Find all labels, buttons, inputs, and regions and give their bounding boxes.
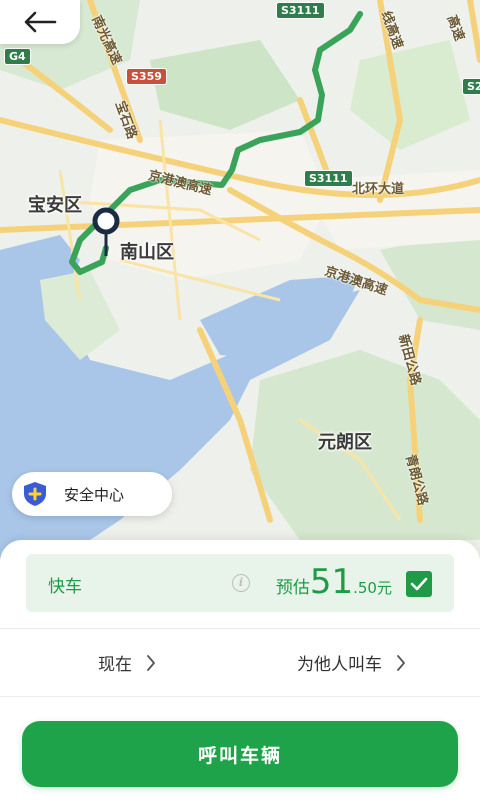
arrow-left-icon — [24, 11, 57, 33]
map-district-label: 宝安区 — [28, 195, 82, 216]
highway-shield: S3111 — [276, 2, 325, 19]
map-district-label: 元朗区 — [318, 432, 372, 453]
map-district-label: 南山区 — [120, 242, 174, 263]
ride-option-card[interactable]: 快车 i 预估51.50元 — [26, 554, 454, 612]
highway-shield: G4 — [4, 48, 31, 65]
info-icon[interactable]: i — [232, 574, 250, 592]
call-for-others-label: 为他人叫车 — [297, 655, 382, 675]
highway-shield: S3111 — [304, 170, 353, 187]
chevron-right-icon — [147, 654, 155, 671]
highway-shield: S359 — [126, 68, 167, 85]
divider — [0, 628, 480, 629]
fare-decimal: .50 — [353, 579, 377, 597]
back-button[interactable] — [0, 0, 80, 44]
divider — [0, 696, 480, 697]
call-car-button[interactable]: 呼叫车辆 — [22, 721, 458, 787]
safety-center-label: 安全中心 — [64, 485, 125, 504]
call-for-others-option[interactable]: 为他人叫车 — [297, 650, 406, 675]
ride-type-label: 快车 — [48, 577, 82, 597]
bottom-sheet: 快车 i 预估51.50元 现在 为他人叫车 呼叫车辆 — [0, 540, 480, 800]
ride-select-checkbox[interactable] — [406, 571, 432, 597]
map-road-label: 北环大道 — [352, 182, 405, 197]
fare-unit: 元 — [376, 579, 392, 597]
fare-estimate: 预估51.50元 — [276, 562, 392, 602]
departure-time-label: 现在 — [98, 655, 132, 675]
highway-shield: S2 — [462, 78, 480, 95]
departure-time-option[interactable]: 现在 — [98, 650, 156, 675]
fare-main: 51 — [309, 562, 354, 602]
safety-center-button[interactable]: 安全中心 — [12, 472, 172, 516]
check-icon — [410, 577, 428, 591]
shield-plus-icon — [24, 482, 46, 506]
chevron-right-icon — [397, 654, 405, 671]
fare-prefix: 预估 — [275, 578, 310, 598]
